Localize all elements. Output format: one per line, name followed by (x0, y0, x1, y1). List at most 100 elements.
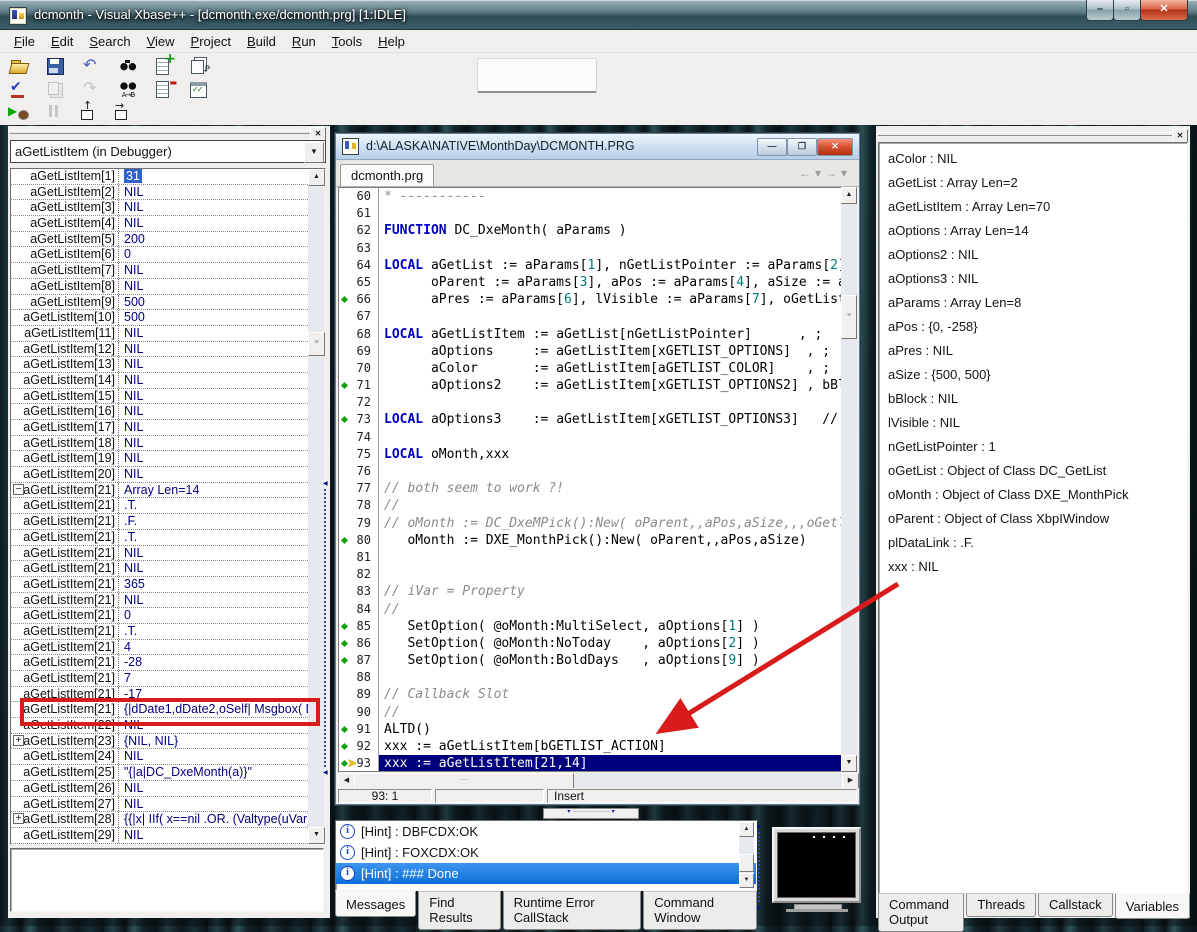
child-restore-button[interactable]: ❐ (787, 138, 817, 156)
menu-build[interactable]: Build (239, 30, 284, 49)
scrollbar-thumb[interactable] (739, 854, 754, 872)
watch-row[interactable]: aGetListItem[25]"{|a|DC_DxeMonth(a)}" (11, 765, 310, 781)
watch-row[interactable]: aGetListItem[6]0 (11, 247, 310, 263)
code-line[interactable]: 87 SetOption( @oMonth:BoldDays , aOption… (339, 652, 842, 669)
scroll-up-icon[interactable]: ▲ (308, 169, 325, 186)
code-line[interactable]: 62FUNCTION DC_DxeMonth( aParams ) (339, 222, 842, 239)
scroll-left-icon[interactable]: ◀ (338, 773, 355, 789)
messages-scrollbar[interactable]: ▲ ▼ (739, 822, 754, 888)
watch-row[interactable]: aGetListItem[20]NIL (11, 467, 310, 483)
watch-row[interactable]: aGetListItem[15]NIL (11, 389, 310, 405)
watch-variable-combobox[interactable]: aGetListItem (in Debugger) ▼ (10, 140, 326, 163)
window-check-button[interactable] (188, 78, 212, 100)
menu-view[interactable]: View (139, 30, 183, 49)
pause-button[interactable] (42, 101, 66, 123)
scroll-right-icon[interactable]: ▶ (842, 773, 859, 789)
message-row[interactable]: i[Hint] : FOXCDX:OK (336, 842, 756, 863)
code-line[interactable]: 90// (339, 704, 842, 721)
code-line[interactable]: 93➤xxx := aGetListItem[21,14] (339, 755, 842, 772)
undo-button[interactable] (80, 55, 104, 77)
collapse-icon[interactable]: − (13, 484, 24, 495)
menu-project[interactable]: Project (183, 30, 239, 49)
code-line[interactable]: 86 SetOption( @oMonth:NoToday , aOptions… (339, 635, 842, 652)
watch-row[interactable]: aGetListItem[21]NIL (11, 546, 310, 562)
code-line[interactable]: 60* ----------- (339, 188, 842, 205)
scrollbar-thumb[interactable]: ≡ (841, 295, 857, 339)
scrollbar-thumb[interactable]: ⋯ (354, 773, 574, 789)
watch-row[interactable]: aGetListItem[21]4 (11, 640, 310, 656)
watch-row[interactable]: aGetListItem[5]200 (11, 232, 310, 248)
step-over-button[interactable] (110, 101, 134, 123)
panel-grip[interactable] (878, 132, 1174, 136)
variable-item[interactable]: plDataLink : .F. (888, 535, 1187, 559)
check-note-button[interactable] (8, 78, 32, 100)
console-window[interactable] (772, 827, 861, 903)
code-line[interactable]: 88 (339, 669, 842, 686)
watch-row[interactable]: aGetListItem[2]NIL (11, 185, 310, 201)
watch-row[interactable]: aGetListItem[21]-17 (11, 687, 310, 703)
watch-row[interactable]: aGetListItem[7]NIL (11, 263, 310, 279)
variable-item[interactable]: oGetList : Object of Class DC_GetList (888, 463, 1187, 487)
project-files-button[interactable] (188, 55, 212, 77)
code-line[interactable]: 74 (339, 429, 842, 446)
watch-row[interactable]: aGetListItem[21]NIL (11, 593, 310, 609)
watch-row[interactable]: aGetListItem[14]NIL (11, 373, 310, 389)
variable-item[interactable]: aOptions2 : NIL (888, 247, 1187, 271)
code-line[interactable]: 84// (339, 601, 842, 618)
chevron-down-icon[interactable]: ▼ (304, 142, 324, 163)
scroll-down-icon[interactable]: ▼ (841, 755, 857, 772)
collapse-left-icon[interactable]: ◀ (323, 769, 328, 776)
nav-forward-icon[interactable]: → (825, 166, 841, 180)
variable-item[interactable]: aGetListItem : Array Len=70 (888, 199, 1187, 223)
expand-icon[interactable]: + (13, 813, 24, 824)
tab-command-output[interactable]: Command Output (878, 893, 964, 932)
nav-back-icon[interactable]: ← (799, 166, 815, 180)
watch-row[interactable]: aGetListItem[11]NIL (11, 326, 310, 342)
code-line[interactable]: 66 aPres := aParams[6], lVisible := aPar… (339, 291, 842, 308)
maximize-button[interactable]: ▫ (1113, 0, 1141, 21)
menu-file[interactable]: File (6, 30, 43, 49)
tab-dcmonth-prg[interactable]: dcmonth.prg (340, 164, 434, 186)
variable-item[interactable]: aOptions : Array Len=14 (888, 223, 1187, 247)
minimize-button[interactable]: – (1086, 0, 1114, 21)
code-line[interactable]: 79// oMonth := DC_DxeMPick():New( oParen… (339, 515, 842, 532)
code-line[interactable]: 73LOCAL aOptions3 := aGetListItem[xGETLI… (339, 411, 842, 428)
collapse-left-icon[interactable]: ◀ (323, 480, 328, 487)
tab-messages[interactable]: Messages (335, 891, 416, 917)
menu-help[interactable]: Help (370, 30, 413, 49)
watch-row[interactable]: aGetListItem[12]NIL (11, 342, 310, 358)
watch-row[interactable]: aGetListItem[21]NIL (11, 561, 310, 577)
debug-run-button[interactable] (8, 101, 32, 123)
watch-row[interactable]: aGetListItem[21]0 (11, 608, 310, 624)
save-button[interactable] (44, 55, 68, 77)
editor-hscrollbar[interactable]: ◀ ⋯ ▶ (338, 773, 859, 788)
tab-find-results[interactable]: Find Results (418, 891, 500, 930)
variable-item[interactable]: aPos : {0, -258} (888, 319, 1187, 343)
panel-grip[interactable] (10, 130, 310, 134)
variable-item[interactable]: aParams : Array Len=8 (888, 295, 1187, 319)
watch-row[interactable]: aGetListItem[27]NIL (11, 797, 310, 813)
scroll-down-icon[interactable]: ▼ (739, 873, 754, 888)
variable-item[interactable]: oParent : Object of Class XbpIWindow (888, 511, 1187, 535)
expand-icon[interactable]: + (13, 735, 24, 746)
code-line[interactable]: 77// both seem to work ?! (339, 480, 842, 497)
code-window-titlebar[interactable]: d:\ALASKA\NATIVE\MonthDay\DCMONTH.PRG — … (336, 134, 859, 160)
watch-row[interactable]: aGetListItem[4]NIL (11, 216, 310, 232)
open-folder-button[interactable] (8, 55, 32, 77)
watch-row[interactable]: aGetListItem[13]NIL (11, 357, 310, 373)
code-line[interactable]: 82 (339, 566, 842, 583)
code-line[interactable]: 67 (339, 308, 842, 325)
code-line[interactable]: 69 aOptions := aGetListItem[xGETLIST_OPT… (339, 343, 842, 360)
doc-remove-button[interactable] (152, 78, 176, 100)
code-line[interactable]: 75LOCAL oMonth,xxx (339, 446, 842, 463)
collapse-right-icon[interactable]: ▶ (757, 823, 762, 830)
code-line[interactable]: 76 (339, 463, 842, 480)
watch-row[interactable]: aGetListItem[21].T. (11, 624, 310, 640)
watch-row[interactable]: aGetListItem[10]500 (11, 310, 310, 326)
watch-row[interactable]: aGetListItem[9]500 (11, 295, 310, 311)
code-line[interactable]: 80 oMonth := DXE_MonthPick():New( oParen… (339, 532, 842, 549)
doc-add-button[interactable] (152, 55, 176, 77)
code-line[interactable]: 63 (339, 240, 842, 257)
tab-callstack[interactable]: Callstack (1038, 893, 1113, 917)
scroll-up-icon[interactable]: ▲ (739, 822, 754, 837)
